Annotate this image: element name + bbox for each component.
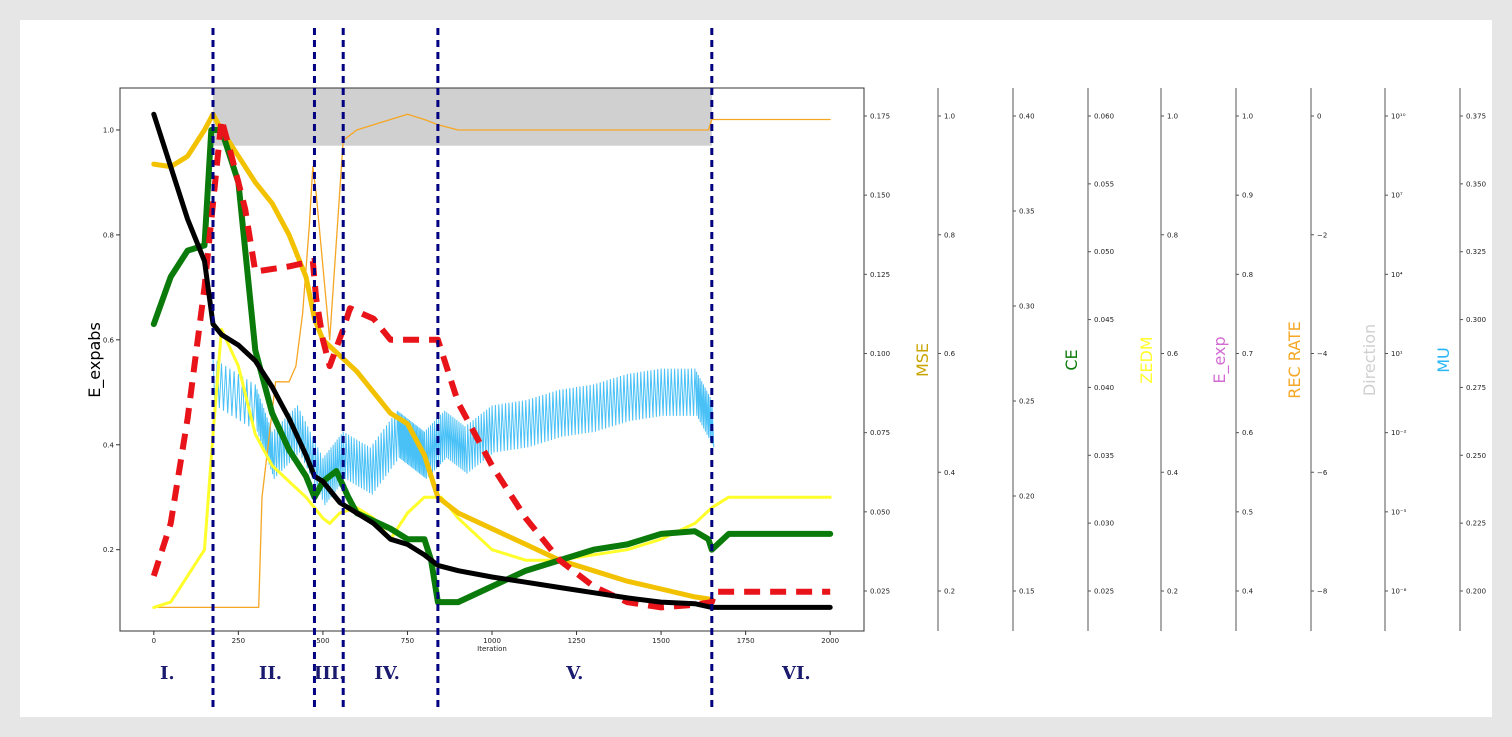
direction-band <box>213 88 712 146</box>
phase-label: IV. <box>374 663 400 684</box>
x-tick-label: 500 <box>316 637 329 645</box>
twin-tick-label: 0.5 <box>1242 508 1253 516</box>
twin-tick-label: 10⁻² <box>1391 429 1407 437</box>
twin-tick-label: 10⁴ <box>1391 271 1403 279</box>
twin-tick-label: 0.200 <box>1466 588 1486 596</box>
twin-tick-label: 0.9 <box>1242 192 1253 200</box>
twin-tick-label: 0.275 <box>1466 384 1486 392</box>
twin-tick-label: 0.045 <box>1094 316 1114 324</box>
x-tick-label: 1000 <box>483 637 501 645</box>
twin-axis-label: ZEDM <box>1137 336 1156 383</box>
twin-tick-label: 0.175 <box>870 113 890 121</box>
twin-tick-label: 0.8 <box>1242 271 1253 279</box>
twin-tick-label: 0.325 <box>1466 248 1486 256</box>
twin-tick-label: 10⁷ <box>1391 192 1403 200</box>
phase-label: VI. <box>781 663 811 684</box>
twin-tick-label: −6 <box>1317 469 1328 477</box>
twin-tick-label: 1.0 <box>1242 113 1253 121</box>
twin-tick-label: 0.050 <box>1094 248 1114 256</box>
twin-tick-label: 0.025 <box>870 588 890 596</box>
shaded-direction-region <box>213 88 712 146</box>
twin-tick-label: 0.4 <box>1167 469 1179 477</box>
twin-tick-label: 0.25 <box>1019 398 1035 406</box>
twin-axis-label: MSE <box>913 343 932 377</box>
twin-tick-label: 0.300 <box>1466 316 1486 324</box>
x-tick-label: 750 <box>401 637 414 645</box>
twin-axis-label: Direction <box>1360 324 1379 396</box>
twin-tick-label: −8 <box>1317 588 1327 596</box>
x-tick-label: 0 <box>152 637 156 645</box>
twin-tick-label: 0.7 <box>1242 350 1253 358</box>
twin-tick-label: 0.8 <box>944 231 955 239</box>
twin-tick-label: 0.20 <box>1019 493 1035 501</box>
figure-canvas: 0 250 500 750 1000 1250 1500 1750 2000 0.2 0.4 0.6… <box>20 20 1492 717</box>
twin-tick-label: 0.4 <box>944 469 956 477</box>
twin-tick-label: 0.2 <box>944 588 955 596</box>
twin-tick-label: 0.030 <box>1094 520 1114 528</box>
twin-tick-label: 0.6 <box>1167 350 1179 358</box>
y-axis: 0.2 0.4 0.6 0.8 1.0 <box>103 126 120 554</box>
phase-label: V. <box>565 663 583 684</box>
twin-tick-label: 0.375 <box>1466 113 1486 121</box>
chart-figure: 0 250 500 750 1000 1250 1500 1750 2000 0.2 0.4 0.6… <box>85 28 1486 710</box>
y-tick-label: 0.6 <box>103 336 115 344</box>
y-tick-label: 1.0 <box>103 126 114 134</box>
twin-tick-label: 0.055 <box>1094 180 1114 188</box>
twin-tick-label: 0.8 <box>1167 231 1178 239</box>
x-tick-label: 1250 <box>568 637 586 645</box>
twin-axis-label: MU <box>1434 347 1453 373</box>
twin-tick-label: 0.350 <box>1466 180 1486 188</box>
twin-tick-label: 0.125 <box>870 271 890 279</box>
twin-tick-label: 0.40 <box>1019 113 1035 121</box>
y-tick-label: 0.2 <box>103 546 114 554</box>
y-tick-label: 0.4 <box>103 441 115 449</box>
twin-tick-label: 0.35 <box>1019 208 1035 216</box>
twin-tick-label: −4 <box>1317 350 1328 358</box>
x-tick-label: 1500 <box>652 637 670 645</box>
y-axis-label: E_expabs <box>85 322 105 398</box>
twin-tick-label: 0.225 <box>1466 520 1486 528</box>
twin-axis-label: E_exp <box>1210 336 1230 383</box>
twin-tick-label: 0.6 <box>944 350 956 358</box>
twin-tick-label: −2 <box>1317 231 1327 239</box>
twin-axis-label: REC RATE <box>1285 321 1304 399</box>
twin-tick-label: 0.040 <box>1094 384 1114 392</box>
twin-tick-label: 0.4 <box>1242 588 1254 596</box>
twin-tick-label: 0.025 <box>1094 588 1114 596</box>
twin-tick-label: 10¹⁰ <box>1391 113 1406 121</box>
x-tick-label: 2000 <box>821 637 839 645</box>
x-tick-label: 250 <box>232 637 245 645</box>
y-tick-label: 0.8 <box>103 231 114 239</box>
twin-tick-label: 0.6 <box>1242 429 1254 437</box>
twin-tick-label: 0 <box>1317 113 1321 121</box>
twin-tick-label: 0.150 <box>870 192 890 200</box>
series-mu <box>212 358 715 506</box>
phase-label: III. <box>314 663 346 684</box>
x-axis: 0 250 500 750 1000 1250 1500 1750 2000 <box>152 631 839 645</box>
twin-tick-label: 1.0 <box>944 113 955 121</box>
twin-axis-label: CE <box>1062 349 1081 370</box>
twin-tick-label: 0.050 <box>870 508 890 516</box>
twin-tick-label: 0.250 <box>1466 452 1486 460</box>
twin-tick-label: 10¹ <box>1391 350 1403 358</box>
twin-tick-label: 0.15 <box>1019 588 1035 596</box>
twin-tick-label: 10⁻⁸ <box>1391 588 1407 596</box>
twin-tick-label: 1.0 <box>1167 113 1178 121</box>
x-axis-label: Iteration <box>477 645 507 653</box>
x-tick-label: 1750 <box>737 637 755 645</box>
twin-tick-label: 0.035 <box>1094 452 1114 460</box>
phase-label: II. <box>259 663 282 684</box>
twin-axes: 0.1750.1500.1250.1000.0750.0500.025MSE1.… <box>864 88 1486 631</box>
phase-label: I. <box>160 663 175 684</box>
twin-tick-label: 0.060 <box>1094 113 1114 121</box>
twin-tick-label: 10⁻⁵ <box>1391 508 1407 516</box>
series-zedm <box>152 327 832 609</box>
twin-tick-label: 0.075 <box>870 429 890 437</box>
twin-tick-label: 0.30 <box>1019 303 1035 311</box>
twin-tick-label: 0.100 <box>870 350 890 358</box>
series-layer <box>150 111 834 611</box>
twin-tick-label: 0.2 <box>1167 588 1178 596</box>
